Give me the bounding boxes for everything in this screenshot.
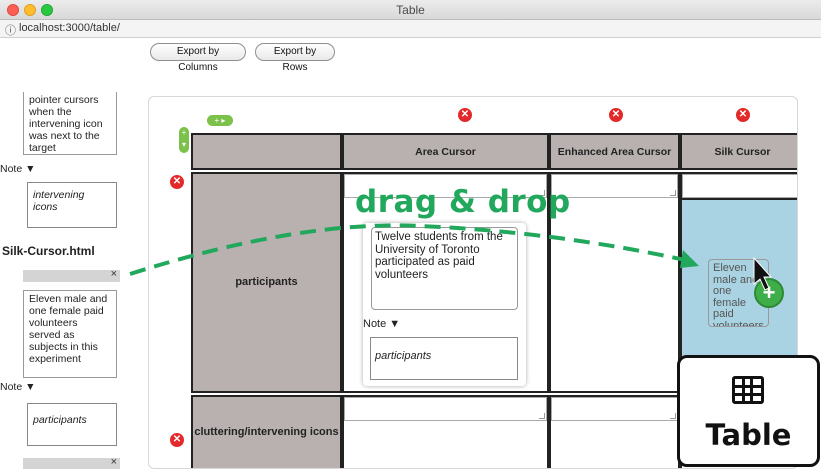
table-logo: Table	[677, 355, 820, 467]
logo-label: Table	[705, 418, 792, 452]
table-grid-icon	[732, 376, 764, 404]
mouse-pointer-icon	[753, 256, 773, 291]
arrow-head-icon	[680, 250, 699, 268]
app-window: Table ⓘ localhost:3000/table/ Export by …	[0, 0, 821, 469]
drag-drop-label: drag & drop	[355, 184, 571, 220]
